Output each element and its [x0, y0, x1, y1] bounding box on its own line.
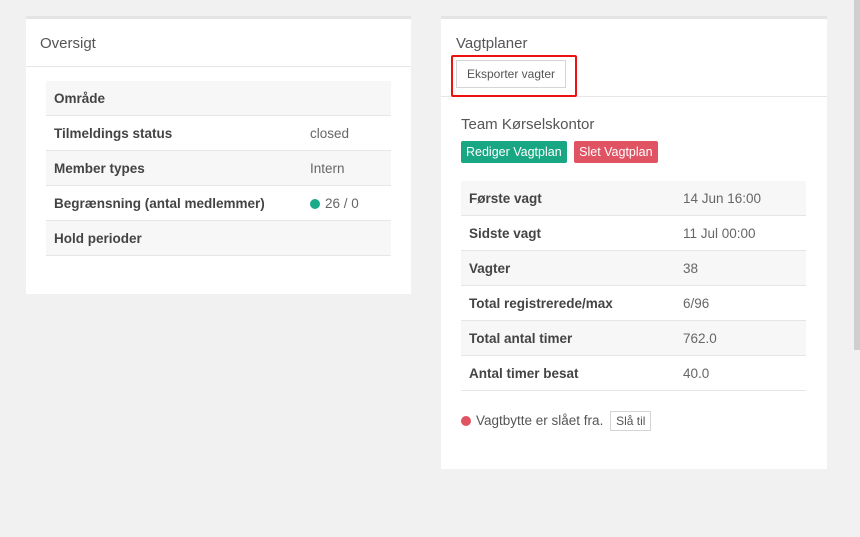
row-value: 11 Jul 00:00	[675, 215, 806, 251]
row-value: 14 Jun 16:00	[675, 181, 806, 216]
row-key: Vagter	[461, 250, 675, 286]
red-dot-icon	[461, 416, 471, 426]
overview-panel: Oversigt Område Tilmeldings status close…	[26, 16, 411, 294]
row-key: Første vagt	[461, 181, 675, 216]
row-value: 762.0	[675, 320, 806, 356]
export-shifts-label: Eksporter vagter	[467, 67, 556, 81]
row-value: closed	[302, 115, 391, 151]
team-name: Team Kørselskontor	[461, 116, 595, 133]
table-row: Vagter 38	[461, 250, 806, 286]
enable-shift-swap-button[interactable]: Slå til	[610, 411, 652, 431]
table-row: Begrænsning (antal medlemmer) 26 / 0	[46, 185, 391, 221]
row-value: 26 / 0	[325, 195, 359, 211]
table-row: Total antal timer 762.0	[461, 320, 806, 356]
table-row: Antal timer besat 40.0	[461, 355, 806, 391]
shift-stats-table: Første vagt 14 Jun 16:00 Sidste vagt 11 …	[461, 181, 806, 391]
table-row: Member types Intern	[46, 150, 391, 186]
export-shifts-button[interactable]: Eksporter vagter	[451, 55, 578, 97]
row-value: 38	[675, 250, 806, 286]
row-key: Hold perioder	[46, 220, 302, 256]
row-key: Sidste vagt	[461, 215, 675, 251]
table-row: Tilmeldings status closed	[46, 115, 391, 151]
delete-shift-plan-button[interactable]: Slet Vagtplan	[574, 141, 658, 163]
overview-title: Oversigt	[40, 35, 96, 52]
table-row: Total registrerede/max 6/96	[461, 285, 806, 321]
shift-plans-panel: Vagtplaner Eksporter vagter Team Kørsels…	[441, 16, 827, 469]
overview-header: Oversigt	[26, 19, 411, 67]
row-value: 40.0	[675, 355, 806, 391]
shift-plans-title: Vagtplaner	[456, 35, 528, 52]
row-key: Member types	[46, 150, 302, 186]
row-value: Intern	[302, 150, 391, 186]
table-row: Sidste vagt 11 Jul 00:00	[461, 215, 806, 251]
row-key: Begrænsning (antal medlemmer)	[46, 185, 302, 221]
row-value	[302, 220, 391, 256]
shift-swap-status: Vagtbytte er slået fra. Slå til	[461, 411, 652, 431]
row-key: Total registrerede/max	[461, 285, 675, 321]
table-row: Hold perioder	[46, 220, 391, 256]
row-value-cell: 26 / 0	[302, 185, 391, 221]
row-key: Område	[46, 81, 302, 116]
scrollbar[interactable]	[854, 0, 860, 350]
team-actions: Rediger Vagtplan Slet Vagtplan	[461, 141, 661, 163]
row-value: 6/96	[675, 285, 806, 321]
shift-plans-header: Vagtplaner Eksporter vagter	[441, 19, 827, 97]
table-row: Første vagt 14 Jun 16:00	[461, 181, 806, 216]
overview-table: Område Tilmeldings status closed Member …	[46, 81, 391, 256]
row-key: Antal timer besat	[461, 355, 675, 391]
row-key: Tilmeldings status	[46, 115, 302, 151]
row-value	[302, 81, 391, 116]
green-dot-icon	[310, 198, 320, 209]
row-key: Total antal timer	[461, 320, 675, 356]
shift-swap-text: Vagtbytte er slået fra.	[476, 413, 604, 428]
edit-shift-plan-button[interactable]: Rediger Vagtplan	[461, 141, 567, 163]
table-row: Område	[46, 81, 391, 116]
